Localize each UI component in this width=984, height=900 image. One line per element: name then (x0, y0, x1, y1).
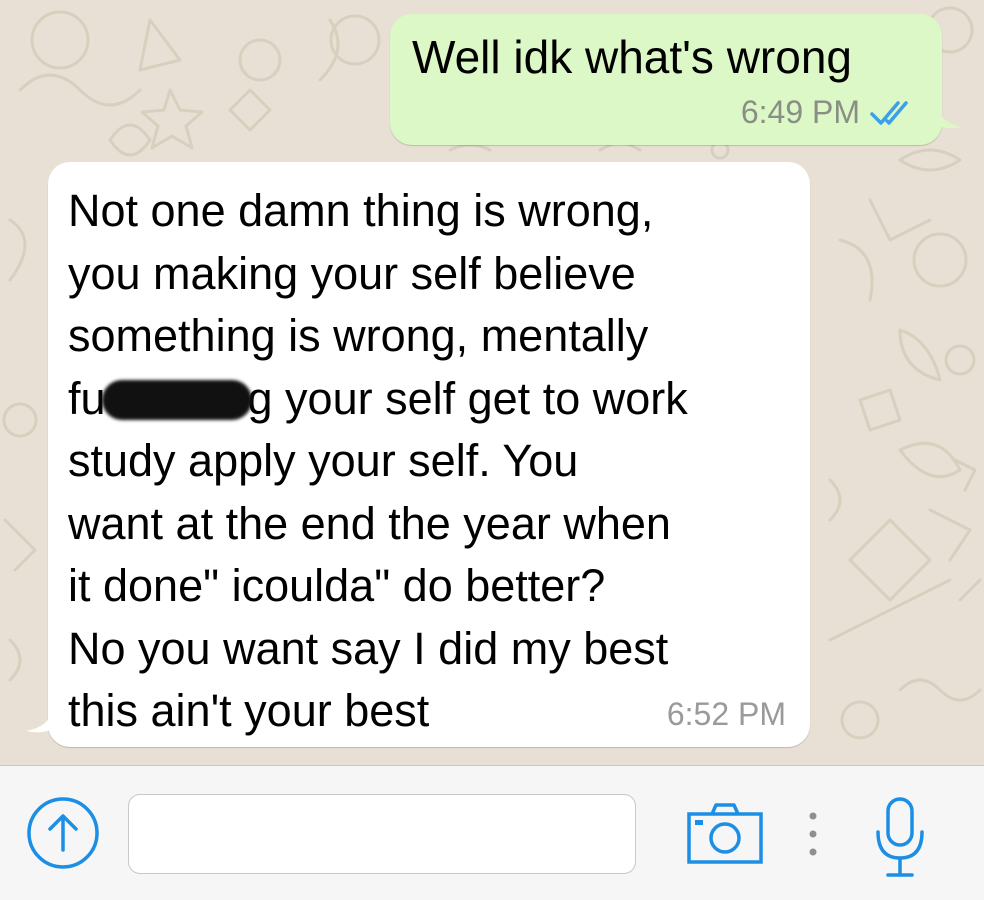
message-line: you making your self believe (68, 247, 636, 299)
message-input[interactable] (128, 794, 636, 874)
incoming-message-time: 6:52 PM (666, 696, 786, 732)
message-line-redacted: fu g your self get to work (68, 368, 798, 431)
redaction-blot (101, 379, 252, 420)
outgoing-message-bubble[interactable]: Well idk what's wrong 6:49 PM (390, 14, 962, 145)
message-line: want at the end the year when (68, 497, 671, 549)
incoming-message-text: Not one damn thing is wrong, you making … (68, 180, 798, 743)
bubble-tail (26, 705, 56, 733)
message-line: No you want say I did my best (68, 622, 669, 674)
upload-arrow-icon[interactable] (26, 796, 100, 870)
incoming-message-bubble[interactable]: Not one damn thing is wrong, you making … (26, 162, 810, 747)
camera-icon[interactable] (686, 802, 764, 866)
message-list[interactable]: Well idk what's wrong 6:49 PM Not one da… (0, 0, 984, 765)
message-line: it done" icoulda" do better? (68, 560, 606, 611)
redacted-prefix: fu (68, 372, 106, 424)
double-check-read-icon (870, 100, 908, 125)
more-dots-icon[interactable] (806, 810, 820, 858)
outgoing-message-text: Well idk what's wrong (412, 31, 852, 83)
message-line: Not one damn thing is wrong, (68, 185, 654, 236)
message-line: something is wrong, mentally (68, 310, 649, 361)
chat-screen: Well idk what's wrong 6:49 PM Not one da… (0, 0, 984, 900)
message-input-bar (0, 765, 984, 900)
outgoing-message-time: 6:49 PM (740, 94, 860, 130)
message-line: study apply your self. You (68, 435, 579, 486)
outgoing-message-meta: 6:49 PM (741, 94, 916, 131)
bubble-tail (934, 101, 962, 129)
message-line-rest: g your self get to work (247, 372, 688, 424)
microphone-icon[interactable] (870, 796, 930, 880)
